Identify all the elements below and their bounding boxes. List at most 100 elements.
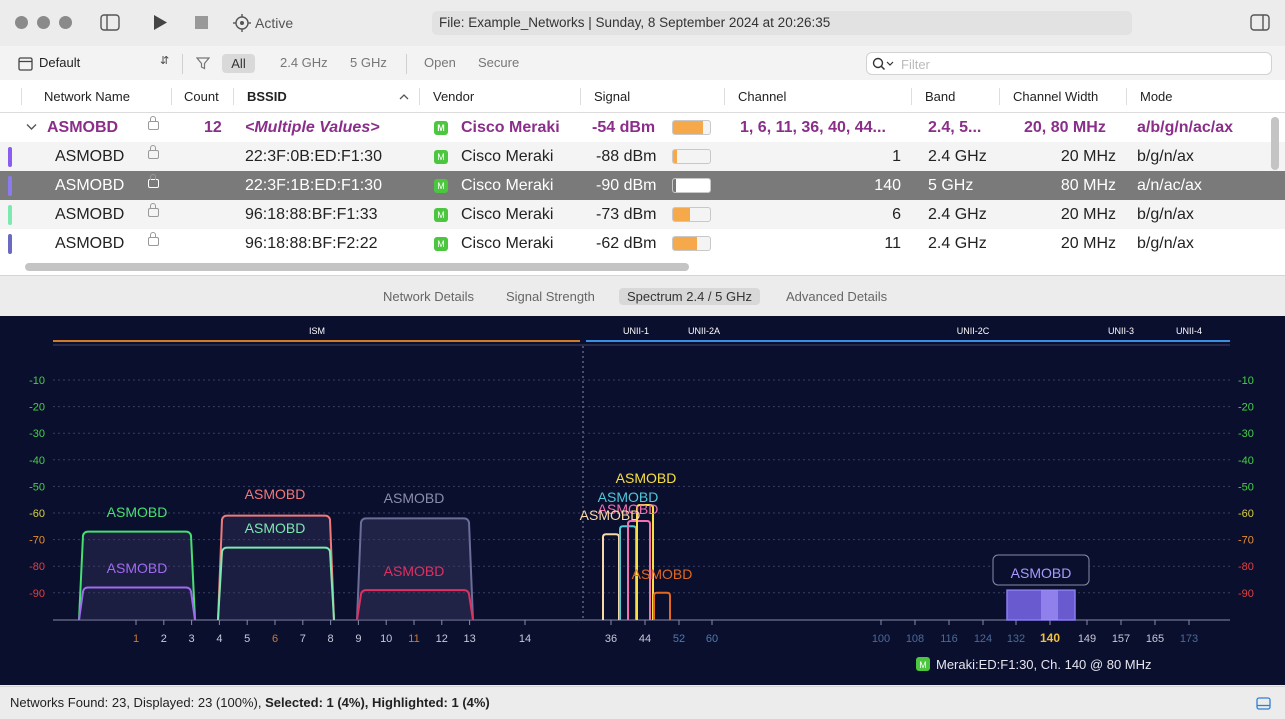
signal-meter <box>672 149 711 164</box>
play-icon[interactable] <box>152 14 168 31</box>
filter-5ghz-button[interactable]: 5 GHz <box>350 55 387 70</box>
channel-label: 36 <box>605 633 617 645</box>
row-signal: -73 dBm <box>596 206 657 223</box>
y-tick-label-left: -40 <box>29 455 45 467</box>
table-row[interactable]: ASMOBD 96:18:88:BF:F2:22 M Cisco Meraki -62 … <box>0 229 1285 258</box>
row-channel-width: 80 MHz <box>1060 177 1116 194</box>
row-color-marker <box>8 147 12 167</box>
close-window-button[interactable] <box>15 16 28 29</box>
channel-label: 108 <box>906 633 924 645</box>
row-band: 5 GHz <box>928 177 974 194</box>
location-target-icon <box>233 14 251 32</box>
row-vendor: Cisco Meraki <box>461 177 554 194</box>
calendar-icon <box>18 57 33 71</box>
group-vendor: Cisco Meraki <box>461 119 560 136</box>
column-mode[interactable]: Mode <box>1140 89 1173 104</box>
row-band: 2.4 GHz <box>928 148 987 165</box>
group-row[interactable]: ASMOBD 12 <Multiple Values> M Cisco Mera… <box>0 113 1285 142</box>
channel-label: 157 <box>1112 633 1130 645</box>
profile-select[interactable]: Default <box>39 55 80 70</box>
channel-label: 52 <box>673 633 685 645</box>
channel-label: 100 <box>872 633 890 645</box>
y-tick-label-right: -60 <box>1238 508 1254 520</box>
tab-spectrum[interactable]: Spectrum 2.4 / 5 GHz <box>619 288 760 305</box>
row-bssid: 96:18:88:BF:F1:33 <box>245 206 378 223</box>
column-signal[interactable]: Signal <box>594 89 630 104</box>
status-bar: Networks Found: 23, Displayed: 23 (100%)… <box>0 686 1285 719</box>
table-row[interactable]: ASMOBD 22:3F:0B:ED:F1:30 M Cisco Meraki -88 … <box>0 142 1285 171</box>
y-tick-label-left: -10 <box>29 375 45 387</box>
table-row[interactable]: ASMOBD 96:18:88:BF:F1:33 M Cisco Meraki -73 … <box>0 200 1285 229</box>
filter-all-button[interactable]: All <box>222 54 255 73</box>
vertical-scrollbar[interactable] <box>1271 117 1279 170</box>
group-channel: 1, 6, 11, 36, 40, 44... <box>740 119 886 136</box>
sidebar-toggle-icon[interactable] <box>100 14 120 31</box>
band-label: UNII-2C <box>957 326 990 336</box>
band-label: UNII-1 <box>623 326 649 336</box>
y-tick-label-left: -30 <box>29 428 45 440</box>
row-network-name: ASMOBD <box>55 235 125 252</box>
search-icon[interactable] <box>872 57 894 71</box>
row-signal: -90 dBm <box>596 177 657 194</box>
inspector-toggle-icon[interactable] <box>1250 14 1270 31</box>
row-vendor: Cisco Meraki <box>461 148 554 165</box>
column-band[interactable]: Band <box>925 89 955 104</box>
group-channel-width: 20, 80 MHz <box>1024 119 1106 136</box>
sort-ascending-icon[interactable] <box>399 93 409 100</box>
row-network-name: ASMOBD <box>55 177 125 194</box>
spectrum-graph: ISM UNII-1 UNII-2A UNII-2C UNII-3 UNII-4 -10 -1… <box>29 326 1254 672</box>
horizontal-scrollbar[interactable] <box>25 263 689 271</box>
lock-icon <box>148 203 159 217</box>
network-shape <box>653 591 671 620</box>
network-label: ASMOBD <box>107 560 168 576</box>
y-tick-label-right: -80 <box>1238 561 1254 573</box>
meraki-vendor-icon: M <box>434 121 448 135</box>
y-tick-label-left: -60 <box>29 508 45 520</box>
group-band: 2.4, 5... <box>928 119 982 136</box>
table-row[interactable]: ASMOBD 22:3F:1B:ED:F1:30 M Cisco Meraki -90 … <box>0 171 1285 200</box>
y-tick-label-right: -30 <box>1238 428 1254 440</box>
channel-label: 12 <box>436 633 448 645</box>
group-network-name: ASMOBD <box>47 119 119 136</box>
band-label: UNII-2A <box>688 326 720 336</box>
panel-toggle-icon[interactable] <box>1256 697 1271 710</box>
row-color-marker <box>8 234 12 254</box>
funnel-icon[interactable] <box>196 56 210 70</box>
zoom-window-button[interactable] <box>59 16 72 29</box>
tab-advanced-details[interactable]: Advanced Details <box>786 289 887 304</box>
channel-label: 13 <box>463 633 475 645</box>
group-count: 12 <box>204 119 222 136</box>
network-label: ASMOBD <box>632 566 693 582</box>
chevron-updown-icon[interactable]: ⇵ <box>160 54 169 67</box>
filter-search-field[interactable]: Filter <box>866 52 1272 75</box>
row-color-marker <box>8 205 12 225</box>
signal-meter <box>672 178 711 193</box>
filter-24ghz-button[interactable]: 2.4 GHz <box>280 55 328 70</box>
column-count[interactable]: Count <box>184 89 219 104</box>
row-band: 2.4 GHz <box>928 235 987 252</box>
network-label: ASMOBD <box>245 486 306 502</box>
lock-icon <box>148 116 159 130</box>
chevron-down-icon[interactable] <box>26 123 37 131</box>
network-label: ASMOBD <box>384 490 445 506</box>
y-tick-label-right: -90 <box>1238 588 1254 600</box>
column-network-name[interactable]: Network Name <box>44 89 130 104</box>
column-channel-width[interactable]: Channel Width <box>1013 89 1098 104</box>
column-vendor[interactable]: Vendor <box>433 89 474 104</box>
channel-label: 2 <box>161 633 167 645</box>
column-channel[interactable]: Channel <box>738 89 786 104</box>
row-channel-width: 20 MHz <box>1060 148 1116 165</box>
minimize-window-button[interactable] <box>37 16 50 29</box>
y-tick-label-right: -40 <box>1238 455 1254 467</box>
column-bssid[interactable]: BSSID <box>247 89 287 104</box>
spectrum-view[interactable]: ISM UNII-1 UNII-2A UNII-2C UNII-3 UNII-4 -10 -1… <box>0 316 1285 685</box>
stop-icon[interactable] <box>194 15 209 30</box>
signal-meter <box>672 120 711 135</box>
tab-signal-strength[interactable]: Signal Strength <box>506 289 595 304</box>
meraki-vendor-icon: M <box>434 150 448 164</box>
filter-open-button[interactable]: Open <box>424 55 456 70</box>
row-channel: 11 <box>884 235 901 252</box>
tab-network-details[interactable]: Network Details <box>383 289 474 304</box>
filter-secure-button[interactable]: Secure <box>478 55 519 70</box>
group-mode: a/b/g/n/ac/ax <box>1137 119 1234 136</box>
